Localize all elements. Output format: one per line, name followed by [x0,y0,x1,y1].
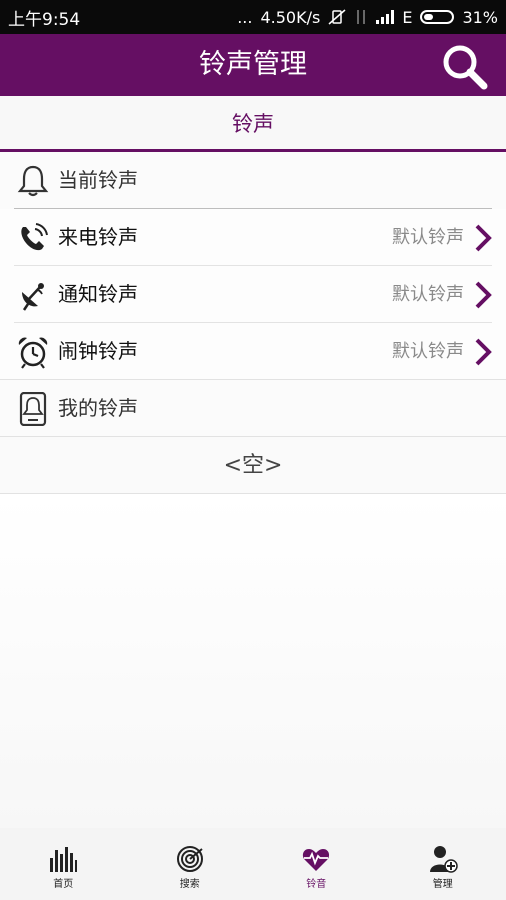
bottom-nav: 首页 搜索 铃音 管理 [0,828,506,900]
equalizer-icon [50,847,78,872]
tab-ringtone[interactable]: 铃声 [0,96,506,152]
ringtone-label: 闹钟铃声 [58,339,138,363]
current-ringtone-label: 当前铃声 [58,168,138,192]
ringtone-label: 通知铃声 [58,282,138,306]
battery-level: 31% [462,7,498,27]
bell-icon [17,165,49,197]
phone-ring-icon [21,223,48,251]
phone-bell-icon [19,392,47,426]
heartbeat-icon [303,849,330,871]
satellite-dish-icon [22,283,44,311]
alarm-clock-icon [18,337,48,369]
vibrate-icon [328,9,346,25]
data-transfer-icon [357,10,366,24]
ringtone-row-alarm[interactable]: 闹钟铃声 默认铃声 [0,323,506,380]
nav-label: 搜索 [179,879,200,890]
nav-label: 铃音 [306,879,327,890]
network-type: E [402,7,413,27]
ringtone-value: 默认铃声 [392,284,464,305]
status-bar: 上午9:54 ... 4.50K/s E 31% [0,0,506,34]
title-bar: 铃声管理 [0,34,506,96]
ringtone-value: 默认铃声 [392,227,464,248]
nav-search[interactable]: 搜索 [127,828,254,900]
my-ringtones-section: 我的铃声 [0,380,506,437]
status-time: 上午9:54 [8,9,81,30]
battery-icon [420,10,455,24]
nav-ringtone[interactable]: 铃音 [253,828,380,900]
signal-icon [376,10,395,24]
nav-home[interactable]: 首页 [0,828,127,900]
network-speed: 4.50K/s [260,7,321,27]
ringtone-row-notification[interactable]: 通知铃声 默认铃声 [0,266,506,323]
search-button[interactable] [440,42,490,92]
chevron-right-icon [475,224,492,252]
chevron-right-icon [475,281,492,309]
chevron-right-icon [475,338,492,366]
radar-icon [176,846,203,872]
ringtone-row-call[interactable]: 来电铃声 默认铃声 [0,209,506,266]
nav-label: 首页 [53,879,74,890]
status-indicators: ... 4.50K/s E 31% [237,8,498,27]
current-ringtone-section: 当前铃声 [0,152,506,209]
empty-placeholder: <空> [0,437,506,494]
empty-text: <空> [223,453,283,478]
content-area [0,494,506,828]
ringtone-label: 来电铃声 [58,225,138,249]
status-dots: ... [237,7,253,27]
user-add-icon [429,846,458,873]
my-ringtones-label: 我的铃声 [58,396,138,420]
nav-manage[interactable]: 管理 [380,828,506,900]
ringtone-value: 默认铃声 [392,341,464,362]
nav-label: 管理 [432,879,453,890]
tab-bar: 铃声 [0,96,506,152]
page-title: 铃声管理 [199,49,307,80]
search-icon [443,45,488,90]
